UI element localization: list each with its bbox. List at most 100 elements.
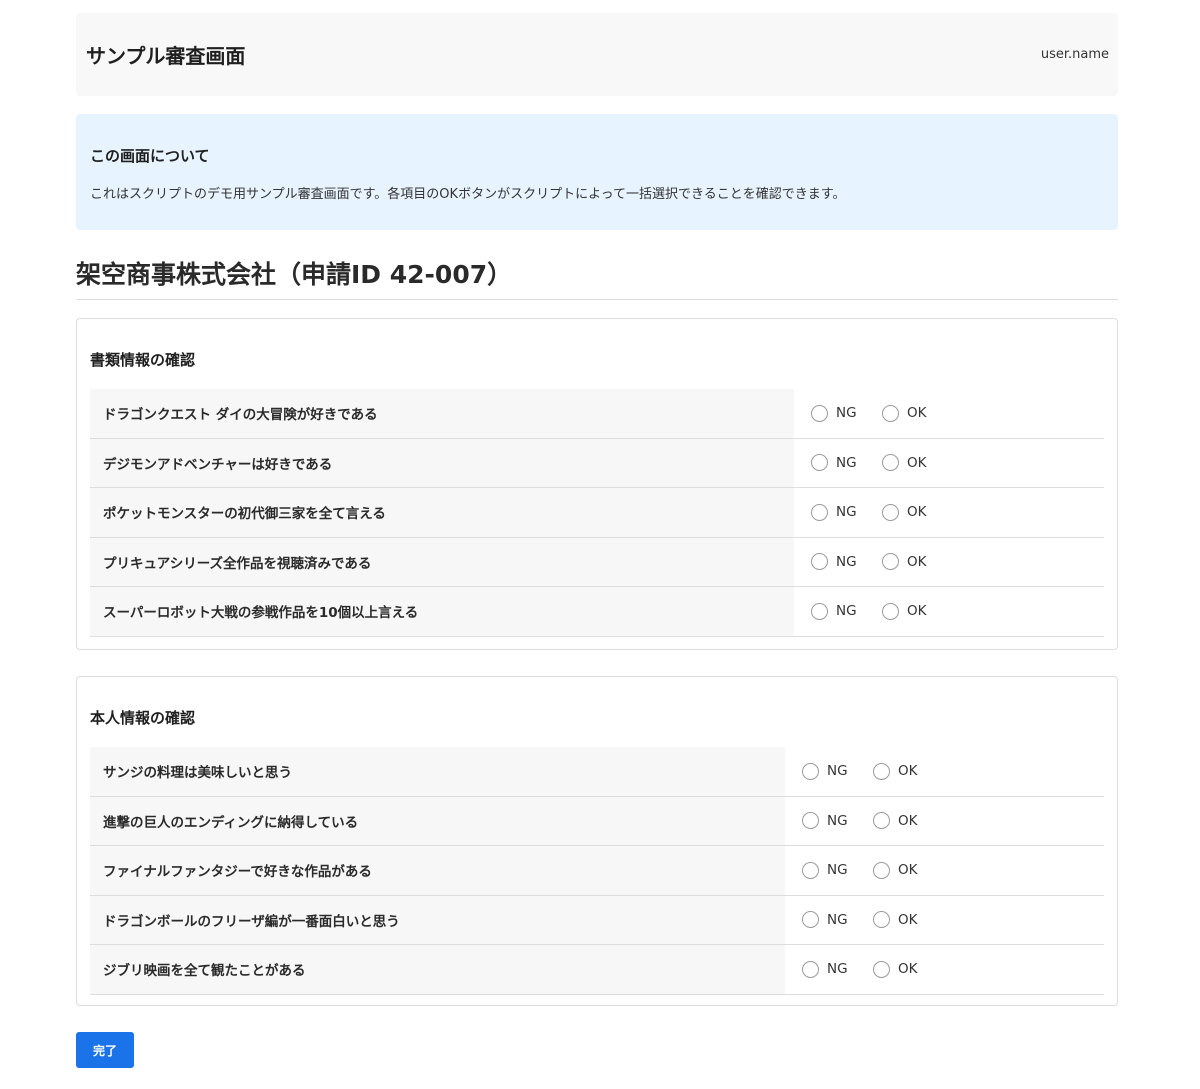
row-label: 進撃の巨人のエンディングに納得している [90, 796, 785, 845]
review-row: プリキュアシリーズ全作品を視聴済みである NG OK [90, 537, 1104, 587]
ng-radio[interactable] [811, 503, 828, 521]
ng-label: NG [836, 553, 857, 570]
ng-option[interactable]: NG [802, 861, 855, 879]
ok-radio[interactable] [882, 503, 899, 521]
row-label: ドラゴンボールのフリーザ編が一番面白いと思う [90, 895, 785, 944]
row-label: サンジの料理は美味しいと思う [90, 747, 785, 796]
row-label: デジモンアドベンチャーは好きである [90, 438, 794, 487]
ng-option[interactable]: NG [811, 602, 864, 620]
ok-radio[interactable] [882, 404, 899, 422]
row-choices: NG OK [785, 945, 944, 994]
ng-radio[interactable] [802, 861, 819, 879]
ng-option[interactable]: NG [802, 960, 855, 978]
row-label: ドラゴンクエスト ダイの大冒険が好きである [90, 389, 794, 438]
user-name: user.name [1040, 47, 1109, 62]
ng-label: NG [836, 454, 857, 471]
ok-radio[interactable] [873, 762, 890, 780]
row-label: プリキュアシリーズ全作品を視聴済みである [90, 537, 794, 586]
ok-option[interactable]: OK [882, 404, 935, 422]
ok-option[interactable]: OK [873, 861, 926, 879]
notice-title: この画面について [90, 147, 210, 165]
ng-label: NG [836, 504, 857, 521]
review-row: ファイナルファンタジーで好きな作品がある NG OK [90, 846, 1104, 896]
row-choices: NG OK [794, 587, 953, 636]
ng-option[interactable]: NG [811, 404, 864, 422]
row-label: スーパーロボット大戦の参戦作品を10個以上言える [90, 587, 794, 636]
row-choices: NG OK [794, 488, 953, 537]
ok-radio[interactable] [882, 602, 899, 620]
row-label: ジブリ映画を全て観たことがある [90, 945, 785, 994]
ok-option[interactable]: OK [882, 503, 935, 521]
ng-label: NG [827, 812, 848, 829]
ok-label: OK [907, 405, 927, 422]
ng-radio[interactable] [802, 911, 819, 929]
ng-option[interactable]: NG [802, 911, 855, 929]
row-choices: NG OK [785, 846, 944, 895]
row-choices: NG OK [794, 439, 953, 488]
row-choices: NG OK [785, 896, 944, 945]
row-label: ファイナルファンタジーで好きな作品がある [90, 846, 785, 895]
page-title: 架空商事株式会社（申請ID 42-007） [76, 250, 1118, 300]
ng-radio[interactable] [811, 454, 828, 472]
ok-option[interactable]: OK [873, 960, 926, 978]
ok-radio[interactable] [873, 960, 890, 978]
row-choices: NG OK [794, 389, 953, 438]
review-row: デジモンアドベンチャーは好きである NG OK [90, 438, 1104, 488]
ng-option[interactable]: NG [811, 553, 864, 571]
ng-label: NG [836, 405, 857, 422]
ng-option[interactable]: NG [802, 812, 855, 830]
ng-radio[interactable] [802, 812, 819, 830]
ng-label: NG [827, 961, 848, 978]
ok-option[interactable]: OK [882, 454, 935, 472]
ok-label: OK [898, 812, 918, 829]
review-row: サンジの料理は美味しいと思う NG OK [90, 747, 1104, 797]
review-row: ドラゴンクエスト ダイの大冒険が好きである NG OK [90, 389, 1104, 439]
ok-radio[interactable] [873, 812, 890, 830]
ok-label: OK [898, 763, 918, 780]
ng-radio[interactable] [802, 960, 819, 978]
ok-radio[interactable] [873, 911, 890, 929]
row-label: ポケットモンスターの初代御三家を全て言える [90, 488, 794, 537]
app-title: サンプル審査画面 [86, 44, 246, 68]
ng-option[interactable]: NG [811, 454, 864, 472]
review-row: ジブリ映画を全て観たことがある NG OK [90, 945, 1104, 995]
ok-label: OK [907, 553, 927, 570]
ok-label: OK [898, 961, 918, 978]
section-title: 書類情報の確認 [90, 351, 196, 369]
complete-button[interactable]: 完了 [76, 1032, 134, 1068]
review-row: 進撃の巨人のエンディングに納得している NG OK [90, 796, 1104, 846]
section-identity-check: 本人情報の確認 サンジの料理は美味しいと思う NG OK 進撃の巨人のエンディン… [76, 676, 1118, 1006]
row-choices: NG OK [794, 538, 953, 587]
ng-radio[interactable] [811, 404, 828, 422]
ok-label: OK [907, 504, 927, 521]
section-document-check: 書類情報の確認 ドラゴンクエスト ダイの大冒険が好きである NG OK デジモン… [76, 318, 1118, 650]
ok-radio[interactable] [882, 553, 899, 571]
ng-option[interactable]: NG [802, 762, 855, 780]
ng-radio[interactable] [802, 762, 819, 780]
ng-radio[interactable] [811, 602, 828, 620]
ok-option[interactable]: OK [873, 812, 926, 830]
notice-body: これはスクリプトのデモ用サンプル審査画面です。各項目のOKボタンがスクリプトによ… [90, 187, 846, 202]
review-row: ポケットモンスターの初代御三家を全て言える NG OK [90, 488, 1104, 538]
review-row: スーパーロボット大戦の参戦作品を10個以上言える NG OK [90, 587, 1104, 637]
ok-label: OK [898, 911, 918, 928]
section-title: 本人情報の確認 [90, 709, 196, 727]
ok-label: OK [907, 603, 927, 620]
ok-option[interactable]: OK [882, 553, 935, 571]
row-choices: NG OK [785, 747, 944, 796]
ng-label: NG [827, 911, 848, 928]
ok-radio[interactable] [882, 454, 899, 472]
row-choices: NG OK [785, 797, 944, 846]
ok-label: OK [898, 862, 918, 879]
ng-label: NG [836, 603, 857, 620]
review-row: ドラゴンボールのフリーザ編が一番面白いと思う NG OK [90, 895, 1104, 945]
ok-option[interactable]: OK [873, 911, 926, 929]
ng-radio[interactable] [811, 553, 828, 571]
ng-label: NG [827, 862, 848, 879]
ng-label: NG [827, 763, 848, 780]
ng-option[interactable]: NG [811, 503, 864, 521]
ok-radio[interactable] [873, 861, 890, 879]
ok-option[interactable]: OK [882, 602, 935, 620]
ok-option[interactable]: OK [873, 762, 926, 780]
app-header: サンプル審査画面 user.name [76, 13, 1118, 96]
